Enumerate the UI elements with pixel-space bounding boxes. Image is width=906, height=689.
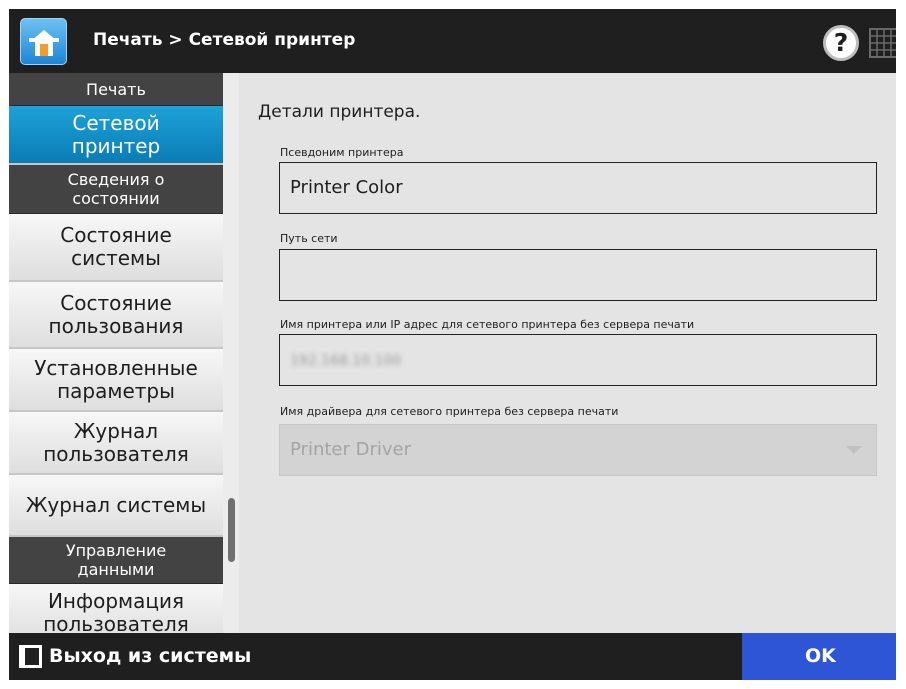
sidebar-item-system-log[interactable]: Журнал системы	[9, 475, 223, 537]
header-bar: Печать > Сетевой принтер ?	[9, 9, 896, 73]
chevron-down-icon	[846, 446, 862, 454]
app-window: Печать > Сетевой принтер ? Печать Сетево…	[9, 9, 896, 680]
sidebar-section-print: Печать	[9, 73, 223, 106]
home-button[interactable]	[20, 18, 67, 65]
ok-button[interactable]: OK	[742, 633, 896, 680]
printer-ip-value: 192.168.10.100	[290, 353, 402, 369]
logout-button[interactable]: Выход из системы	[9, 633, 279, 680]
sidebar-item-network-printer[interactable]: Сетевой принтер	[9, 106, 223, 165]
sidebar-section-data: Управление данными	[9, 537, 223, 584]
sidebar-section-status: Сведения о состоянии	[9, 165, 223, 214]
printer-ip-field[interactable]: 192.168.10.100	[279, 334, 877, 386]
sidebar-scrollbar[interactable]	[228, 498, 235, 562]
sidebar-item-usage-status[interactable]: Состояние пользования	[9, 282, 223, 349]
sidebar-menu: Печать Сетевой принтер Сведения о состоя…	[9, 73, 239, 633]
driver-name-label: Имя драйвера для сетевого принтера без с…	[280, 405, 619, 418]
sidebar-item-installed-params[interactable]: Установленные параметры	[9, 349, 223, 412]
network-path-field[interactable]	[279, 249, 877, 301]
printer-alias-label: Псевдоним принтера	[280, 146, 404, 159]
printer-details-panel: Детали принтера. Псевдоним принтера Prin…	[239, 73, 896, 633]
logout-icon	[19, 645, 42, 668]
keyboard-icon	[869, 28, 896, 58]
sidebar-item-user-log[interactable]: Журнал пользователя	[9, 412, 223, 475]
home-icon	[29, 30, 59, 56]
section-title: Детали принтера.	[258, 102, 421, 122]
keyboard-button[interactable]	[869, 28, 896, 58]
printer-alias-field[interactable]: Printer Color	[279, 162, 877, 214]
ok-label: OK	[805, 645, 836, 667]
driver-name-value: Printer Driver	[290, 439, 411, 460]
printer-ip-label: Имя принтера или IP адрес для сетевого п…	[280, 318, 695, 331]
footer-bar: Выход из системы OK	[9, 633, 896, 680]
network-path-label: Путь сети	[280, 232, 338, 245]
driver-name-select[interactable]: Printer Driver	[279, 424, 877, 476]
logout-label: Выход из системы	[49, 645, 252, 667]
help-button[interactable]: ?	[823, 25, 859, 61]
page-title: Печать > Сетевой принтер	[93, 30, 356, 50]
sidebar-item-user-info[interactable]: Информация пользователя	[9, 584, 223, 633]
sidebar-item-system-status[interactable]: Состояние системы	[9, 214, 223, 282]
